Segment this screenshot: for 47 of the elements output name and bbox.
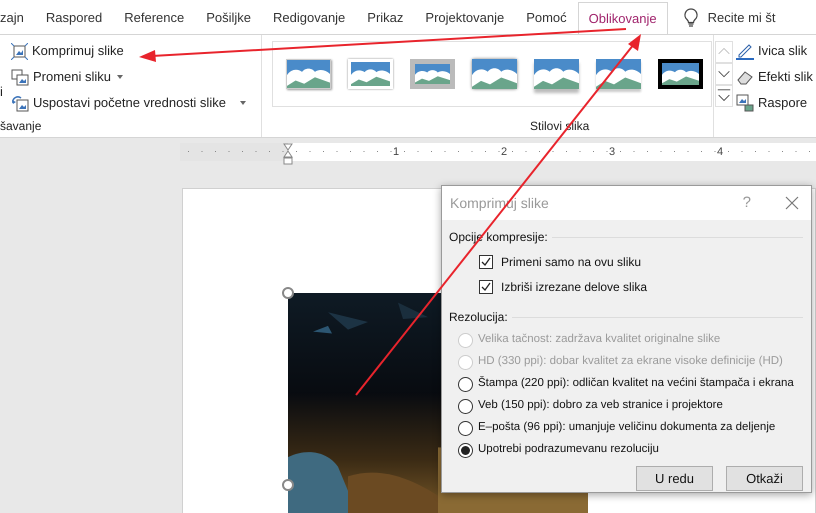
change-picture-icon: [11, 68, 29, 86]
radio-label: Veb (150 ppi): dobro za veb stranice i projektore: [478, 398, 723, 414]
group-label: šavanje: [0, 118, 42, 135]
ribbon-command[interactable]: Promeni sliku: [11, 67, 246, 87]
layout-icon: [736, 94, 754, 112]
checkbox[interactable]: [479, 255, 493, 269]
dialog-button[interactable]: Otkaži: [726, 466, 803, 491]
picture-style-icon[interactable]: [658, 59, 703, 89]
tell-me-field[interactable]: Recite mi št: [708, 8, 776, 28]
ribbon-command[interactable]: Ivica slik: [736, 41, 813, 61]
radio-button[interactable]: [458, 420, 473, 436]
scroll-down-icon[interactable]: [715, 63, 733, 85]
radio-label: Velika tačnost: zadržava kvalitet originalne slike: [478, 332, 720, 348]
ribbon-tab[interactable]: Raspored: [34, 1, 114, 34]
dialog-button[interactable]: U redu: [636, 466, 713, 491]
compress-picture-icon: [11, 42, 28, 60]
close-icon[interactable]: [785, 196, 799, 210]
lightbulb-icon[interactable]: [684, 8, 698, 28]
resize-handle[interactable]: [282, 479, 294, 491]
radio-label: Upotrebi podrazumevanu rezoluciju: [478, 442, 659, 458]
radio-button[interactable]: [458, 398, 473, 414]
ribbon-command[interactable]: Raspore: [736, 93, 813, 113]
section-label: Rezolucija:: [449, 309, 508, 326]
ribbon-label: i: [0, 83, 3, 101]
checkbox-label: Primeni samo na ovu sliku: [501, 254, 642, 271]
radio-label: Štampa (220 ppi): odličan kvalitet na većini štampača i ekrana: [478, 375, 794, 392]
pen-icon: [736, 42, 754, 60]
ribbon-tab[interactable]: Pošiljke: [195, 1, 262, 34]
radio-button[interactable]: [458, 376, 473, 392]
reset-picture-icon: [11, 94, 29, 112]
ribbon-command[interactable]: Efekti slik: [736, 67, 813, 87]
more-styles-icon[interactable]: [715, 85, 733, 107]
ribbon-tab[interactable]: Projektovanje: [414, 1, 516, 34]
ribbon-tab[interactable]: Reference: [113, 1, 196, 34]
ribbon-tab[interactable]: zajn: [0, 1, 35, 34]
checkbox-label: Izbriši izrezane delove slika: [501, 279, 648, 296]
radio-label: HD (330 ppi): dobar kvalitet za ekrane visoke definicije (HD): [478, 354, 783, 370]
ribbon-command[interactable]: Uspostavi početne vrednosti slike: [11, 93, 246, 113]
indent-marker-icon[interactable]: [283, 143, 293, 167]
checkbox[interactable]: [479, 280, 493, 294]
radio-button[interactable]: [458, 442, 473, 458]
resize-handle[interactable]: [282, 287, 294, 299]
ribbon-tab[interactable]: Prikaz: [356, 1, 414, 34]
ribbon-tab[interactable]: Oblikovanje: [578, 2, 668, 35]
ribbon-tab[interactable]: Redigovanje: [262, 1, 356, 34]
ribbon-tab[interactable]: Pomoć: [515, 1, 578, 34]
radio-label: E–pošta (96 ppi): umanjuje veličinu dokumenta za deljenje: [478, 420, 776, 436]
